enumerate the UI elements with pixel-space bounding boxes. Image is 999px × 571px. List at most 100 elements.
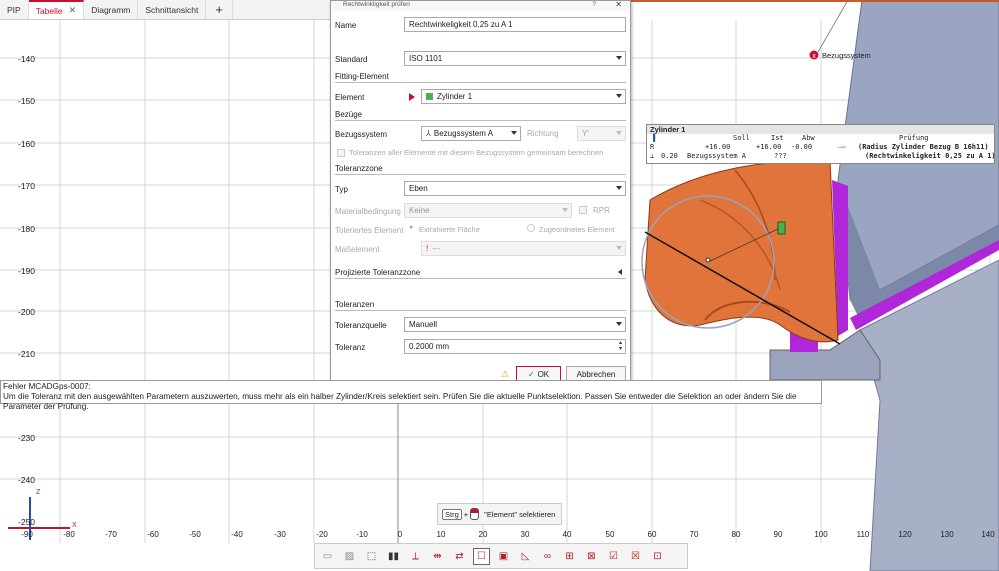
bezugssystem-tag[interactable]: Bezugssystem xyxy=(822,51,871,60)
distance-icon[interactable]: ⇹ xyxy=(429,548,446,565)
x-tick: -90 xyxy=(21,530,33,539)
z-axis-label: Z xyxy=(36,489,41,496)
x-tick: -10 xyxy=(356,530,368,539)
cell-pruefung: (Rechtwinkeligkeit 0,25 zu A 1) xyxy=(865,152,996,160)
point-select-icon[interactable]: ⟂ xyxy=(407,548,424,565)
check-select-icon[interactable]: ☑ xyxy=(605,548,622,565)
x-tick: -60 xyxy=(147,530,159,539)
quelle-select[interactable]: Manuell xyxy=(404,317,626,332)
expand-select-icon[interactable]: ⊡ xyxy=(649,548,666,565)
typ-select[interactable]: Eben xyxy=(404,181,626,196)
angle-icon[interactable]: ◺ xyxy=(517,548,534,565)
extrahiert-radio[interactable]: ● xyxy=(409,224,413,231)
select-area-icon[interactable]: ⬚ xyxy=(363,548,380,565)
cross-select-icon[interactable]: ⊠ xyxy=(583,548,600,565)
tab-schnittansicht[interactable]: Schnittansicht xyxy=(138,0,207,19)
x-tick: 110 xyxy=(856,530,870,539)
chevron-down-icon xyxy=(562,208,568,212)
chevron-down-icon xyxy=(616,322,622,326)
bezugssystem-value: Bezugssystem A xyxy=(433,129,494,138)
select-all-icon[interactable]: ▭ xyxy=(319,548,336,565)
quelle-value: Manuell xyxy=(409,320,438,329)
masselement-label: Maßelement xyxy=(335,244,380,254)
material-select[interactable]: Keine xyxy=(404,203,572,218)
warning-icon: ⚠ xyxy=(501,369,510,379)
standard-value: ISO 1101 xyxy=(409,54,443,63)
y-tick: -150 xyxy=(18,96,36,106)
add-tab-button[interactable]: + xyxy=(206,0,233,19)
cell-ist: +16.00 xyxy=(756,143,782,151)
view-tabbar: PIP Tabelle ✕ Diagramm Schnittansicht + xyxy=(0,0,332,20)
chevron-down-icon xyxy=(616,94,622,98)
link-icon[interactable]: ∞ xyxy=(539,548,556,565)
close-icon[interactable]: ✕ xyxy=(615,0,622,9)
richtung-value: Y' xyxy=(582,129,589,138)
cell-ist: ??? xyxy=(774,152,787,160)
toleranz-value: 0.2000 mm xyxy=(409,342,450,351)
cell-soll: +16.00 xyxy=(705,143,731,151)
y-tick: -250 xyxy=(18,517,36,527)
help-button[interactable]: ? xyxy=(592,1,596,8)
cylinder-icon xyxy=(426,93,433,100)
spinner-icon[interactable]: ▴ ▾ xyxy=(619,340,622,352)
dialog-titlebar[interactable]: Rechtwinkligkeit prüfen ? ✕ xyxy=(331,0,630,11)
y-tick: -180 xyxy=(18,224,36,234)
toleranz-input[interactable]: 0.2000 mm ▴ ▾ xyxy=(404,339,626,354)
richtung-select[interactable]: Y' xyxy=(577,126,626,141)
x-tick: 90 xyxy=(773,530,783,539)
tab-tabelle[interactable]: Tabelle ✕ xyxy=(28,0,85,19)
y-tick: -200 xyxy=(18,307,36,317)
chevron-down-icon xyxy=(616,131,622,135)
split-icon[interactable]: ▮▮ xyxy=(385,548,402,565)
toleranz-label: Toleranz xyxy=(335,342,366,352)
x-tick: -20 xyxy=(316,530,328,539)
error-text: Um die Toleranz mit den ausgewählten Par… xyxy=(3,392,797,411)
y-tick: -240 xyxy=(18,475,36,485)
element-select[interactable]: Zylinder 1 xyxy=(421,89,626,104)
section-icon[interactable]: ⇄ xyxy=(451,548,468,565)
x-tick: 100 xyxy=(814,530,828,539)
frame-icon[interactable]: ▣ xyxy=(495,548,512,565)
rpr-checkbox[interactable] xyxy=(579,206,587,214)
masselement-select[interactable]: ! --- xyxy=(421,241,626,256)
name-input[interactable]: Rechtwinkeligkeit 0,25 zu A 1 xyxy=(404,17,626,32)
x-tick: 30 xyxy=(520,530,530,539)
x-tick: -40 xyxy=(231,530,243,539)
tab-pip[interactable]: PIP xyxy=(0,0,29,19)
close-icon[interactable]: ✕ xyxy=(69,5,77,16)
y-tick: -190 xyxy=(18,266,36,276)
element-result-table[interactable]: Zylinder 1 ▐ Soll Ist Abw Prüfung R +16.… xyxy=(646,124,996,164)
col-header-abw: Abw xyxy=(802,134,815,142)
tab-label: Schnittansicht xyxy=(145,4,199,15)
tol-all-checkbox[interactable] xyxy=(337,149,345,157)
col-header-ist: Ist xyxy=(771,134,784,142)
rechtwinkligkeit-dialog[interactable]: Rechtwinkligkeit prüfen ? ✕ Name Rechtwi… xyxy=(330,0,631,382)
x-tick: -30 xyxy=(274,530,286,539)
deselect-icon[interactable]: ▨ xyxy=(341,548,358,565)
grid-select-icon[interactable]: ⊞ xyxy=(561,548,578,565)
cell-abw: -0.00 xyxy=(791,143,813,151)
chevron-down-icon xyxy=(616,246,622,250)
delete-select-icon[interactable]: ☒ xyxy=(627,548,644,565)
zugeordnet-radio[interactable] xyxy=(527,224,535,232)
section-projiziert[interactable]: Projizierte Toleranzzone xyxy=(335,268,626,279)
chevron-down-icon xyxy=(511,131,517,135)
expand-arrow-icon[interactable] xyxy=(618,269,622,275)
tab-diagramm[interactable]: Diagramm xyxy=(84,0,139,19)
x-tick: 130 xyxy=(940,530,954,539)
row-id: R xyxy=(650,143,655,151)
quelle-label: Toleranzquelle xyxy=(335,320,387,330)
section-toleranzen: Toleranzen xyxy=(335,300,626,311)
section-toleranzzone: Toleranzzone xyxy=(335,164,626,175)
standard-select[interactable]: ISO 1101 xyxy=(404,51,626,66)
y-tick: -160 xyxy=(18,139,36,149)
typ-value: Eben xyxy=(409,184,428,193)
standard-label: Standard xyxy=(335,54,368,64)
cell-reference: Bezugssystem A xyxy=(687,152,747,160)
x-tick: -80 xyxy=(63,530,75,539)
cell-pruefung: (Radius Zylinder Bezug B 16h11) xyxy=(858,143,989,151)
bezugssystem-select[interactable]: ⅄ Bezugssystem A xyxy=(421,126,521,141)
x-tick: 0 xyxy=(397,530,403,539)
element-value: Zylinder 1 xyxy=(437,92,473,101)
rectangle-select-icon[interactable]: ☐ xyxy=(473,547,490,565)
